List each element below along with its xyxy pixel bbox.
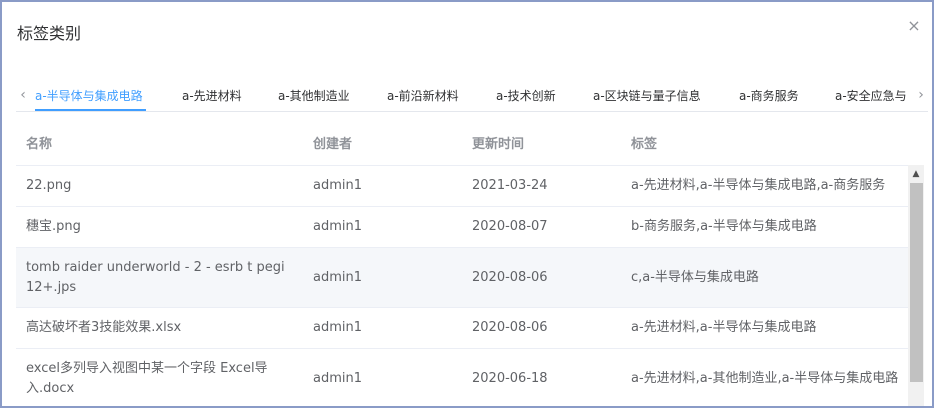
cell-updated: 2020-06-18 — [472, 370, 548, 386]
file-table: 名称 创建者 更新时间 标签 22.png admin1 2021-03-24 … — [16, 124, 908, 406]
cell-creator: admin1 — [313, 219, 363, 234]
cell-tags: a-先进材料,a-半导体与集成电路,a-商务服务 — [631, 178, 886, 193]
tab-safety-emergency[interactable]: a-安全应急与 — [835, 87, 907, 104]
tab-scroll-right-icon[interactable]: › — [914, 86, 928, 104]
tab-advanced-materials[interactable]: a-先进材料 — [182, 87, 242, 104]
cell-creator: admin1 — [313, 370, 363, 386]
cell-creator: admin1 — [313, 178, 363, 193]
cell-name: 穗宝.png — [26, 219, 81, 234]
cell-updated: 2020-08-06 — [472, 269, 548, 285]
header-creator: 创建者 — [313, 136, 353, 152]
cell-updated: 2020-08-06 — [472, 320, 548, 335]
category-tabs: ‹ a-半导体与集成电路 a-先进材料 a-其他制造业 a-前沿新材料 a-技术… — [16, 82, 928, 112]
cell-tags: a-先进材料,a-半导体与集成电路 — [631, 320, 817, 335]
tab-frontier-materials[interactable]: a-前沿新材料 — [387, 87, 459, 104]
table-row[interactable]: tomb raider underworld - 2 - esrb t pegi… — [16, 248, 908, 308]
cell-tags: c,a-半导体与集成电路 — [631, 269, 759, 285]
cell-updated: 2021-03-24 — [472, 178, 548, 193]
tab-business-services[interactable]: a-商务服务 — [739, 87, 799, 104]
scroll-up-arrow-icon[interactable]: ▲ — [908, 167, 924, 181]
tab-other-manufacturing[interactable]: a-其他制造业 — [278, 87, 350, 104]
header-name: 名称 — [26, 136, 53, 152]
header-tags: 标签 — [631, 136, 658, 152]
cell-name: 22.png — [26, 178, 72, 193]
tag-category-dialog: 标签类别 × ‹ a-半导体与集成电路 a-先进材料 a-其他制造业 a-前沿新… — [0, 0, 934, 408]
table-row[interactable]: excel多列导入视图中某一个字段 Excel导入.docx admin1 20… — [16, 349, 908, 406]
tab-scroll-left-icon[interactable]: ‹ — [16, 86, 30, 104]
cell-creator: admin1 — [313, 269, 363, 285]
header-updated: 更新时间 — [472, 136, 525, 152]
tab-semiconductor[interactable]: a-半导体与集成电路 — [35, 87, 143, 104]
table-row[interactable]: 高达破坏者3技能效果.xlsx admin1 2020-08-06 a-先进材料… — [16, 308, 908, 349]
table-header: 名称 创建者 更新时间 标签 — [16, 124, 908, 166]
active-tab-indicator — [35, 109, 146, 111]
cell-updated: 2020-08-07 — [472, 219, 548, 234]
cell-name: tomb raider underworld - 2 - esrb t pegi… — [26, 259, 285, 295]
cell-name: excel多列导入视图中某一个字段 Excel导入.docx — [26, 360, 268, 396]
tab-blockchain-quantum[interactable]: a-区块链与量子信息 — [593, 87, 701, 104]
cell-tags: a-先进材料,a-其他制造业,a-半导体与集成电路 — [631, 370, 899, 386]
tab-tech-innovation[interactable]: a-技术创新 — [496, 87, 556, 104]
scrollbar-thumb[interactable] — [910, 183, 923, 382]
cell-tags: b-商务服务,a-半导体与集成电路 — [631, 219, 817, 234]
cell-creator: admin1 — [313, 320, 363, 335]
dialog-title: 标签类别 — [17, 24, 82, 43]
close-icon[interactable]: × — [906, 18, 922, 34]
table-row[interactable]: 22.png admin1 2021-03-24 a-先进材料,a-半导体与集成… — [16, 166, 908, 207]
vertical-scrollbar[interactable]: ▲ — [908, 165, 924, 406]
cell-name: 高达破坏者3技能效果.xlsx — [26, 320, 182, 335]
table-row[interactable]: 穗宝.png admin1 2020-08-07 b-商务服务,a-半导体与集成… — [16, 207, 908, 248]
